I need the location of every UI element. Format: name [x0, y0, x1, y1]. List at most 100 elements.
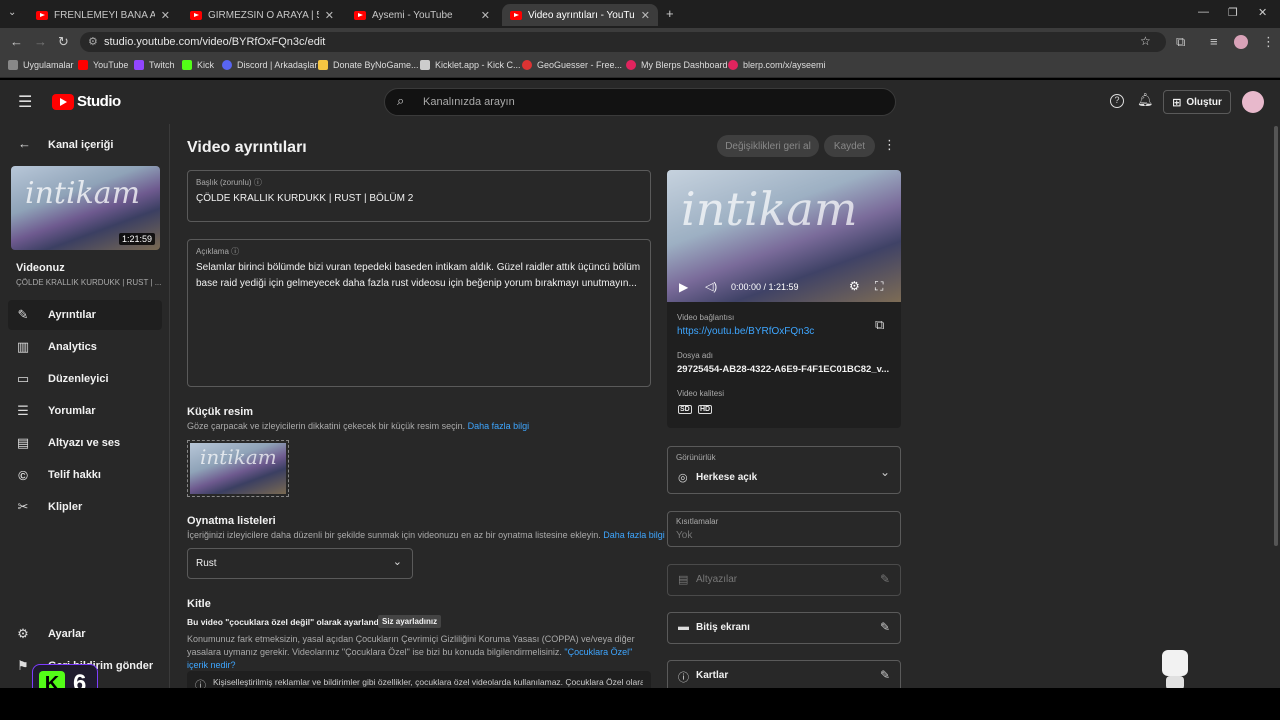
visibility-select[interactable]: Görünürlük ◎ Herkese açık ⌄	[667, 446, 901, 494]
audience-section-title: Kitle	[187, 598, 211, 610]
taskbar-strip	[0, 688, 1280, 720]
browser-menu-icon[interactable]: ⋮	[1262, 34, 1275, 50]
address-bar[interactable]: ⚙ studio.youtube.com/video/BYRfOxFQn3c/e…	[80, 32, 1166, 52]
copy-icon[interactable]: ⧉	[875, 317, 884, 333]
window-close-icon[interactable]: ✕	[1258, 6, 1267, 19]
tab-close-icon[interactable]: ✕	[641, 9, 650, 22]
browser-tab-active[interactable]: Video ayrıntıları - YouTube Studi ✕	[502, 4, 658, 26]
bookmark-kicklet[interactable]: Kicklet.app - Kick C...	[420, 60, 521, 70]
tab-close-icon[interactable]: ✕	[161, 9, 170, 22]
bookmark-blerps[interactable]: My Blerps Dashboard	[626, 60, 728, 70]
apps-grid-icon	[8, 60, 18, 70]
thumbnail-option[interactable]: intikam	[187, 440, 289, 497]
bookmark-discord[interactable]: Discord | Arkadaşlar	[222, 60, 317, 70]
volume-icon[interactable]: ◁)	[705, 280, 717, 293]
extensions-icon[interactable]: ⧉	[1176, 34, 1185, 50]
sidebar-item-analytics[interactable]: ▥ Analytics	[8, 332, 162, 362]
audience-desc: Konumunuz fark etmeksizin, yasal açıdan …	[187, 634, 635, 670]
studio-sidebar: ← Kanal içeriği intikam 1:21:59 Videonuz…	[0, 124, 170, 688]
video-thumbnail[interactable]: intikam 1:21:59	[11, 166, 160, 250]
help-circle-icon[interactable]: ⓘ	[254, 178, 262, 187]
save-button[interactable]: Kaydet	[824, 135, 875, 157]
edit-pencil-icon[interactable]: ✎	[880, 572, 890, 586]
playlists-learn-more-link[interactable]: Daha fazla bilgi	[603, 530, 665, 540]
notifications-bell-icon[interactable]: 🔔︎	[1137, 92, 1154, 108]
end-screen-label: Bitiş ekranı	[696, 622, 750, 633]
channel-avatar[interactable]	[1242, 91, 1264, 113]
subtitles-card[interactable]: ▤ Altyazılar ✎	[667, 564, 901, 596]
browser-tab[interactable]: GİRMEZSİN O ARAYA | 5Srider ✕	[182, 4, 342, 26]
playlists-section-title: Oynatma listeleri	[187, 515, 276, 527]
reload-icon[interactable]: ↻	[58, 34, 69, 50]
restrictions-field[interactable]: Kısıtlamalar Yok	[667, 511, 901, 547]
back-arrow-icon[interactable]: ←	[18, 136, 31, 151]
sidebar-item-copyright[interactable]: © Telif hakkı	[8, 460, 162, 490]
sidebar-item-subtitles[interactable]: ▤ Altyazı ve ses	[8, 428, 162, 458]
bookmark-geoguesser[interactable]: GeoGuesser - Free...	[522, 60, 622, 70]
youtube-favicon-icon	[36, 10, 48, 20]
browser-toolbar: ← → ↻ ⚙ studio.youtube.com/video/BYRfOxF…	[0, 28, 1280, 56]
sidebar-item-settings[interactable]: ⚙ Ayarlar	[8, 619, 162, 649]
playlist-select[interactable]: Rust ⌄	[187, 548, 413, 579]
player-settings-icon[interactable]: ⚙	[849, 279, 860, 293]
video-player[interactable]: intikam ▶ ◁) 0:00:00 / 1:21:59 ⚙ ⛶	[667, 170, 901, 302]
channel-search-input[interactable]: ⌕ Kanalınızda arayın	[384, 88, 896, 116]
end-screen-card[interactable]: ▬ Bitiş ekranı ✎	[667, 612, 901, 644]
bookmark-apps[interactable]: Uygulamalar	[8, 60, 74, 70]
sidebar-item-comments[interactable]: ☰ Yorumlar	[8, 396, 162, 426]
play-icon[interactable]: ▶	[679, 280, 688, 294]
sidebar-item-editor[interactable]: ▭ Düzenleyici	[8, 364, 162, 394]
sidebar-item-details[interactable]: ✎ Ayrıntılar	[8, 300, 162, 330]
browser-tab[interactable]: FRENLEMEYİ BANA ANLAT | 5S ✕	[28, 4, 178, 26]
your-video-label: Videonuz	[16, 262, 65, 274]
bookmark-youtube[interactable]: YouTube	[78, 60, 128, 70]
scissors-icon: ✂	[17, 499, 29, 514]
title-field[interactable]: Başlık (zorunlu) ⓘ ÇÖLDE KRALLIK KURDUKK…	[187, 170, 651, 222]
youtube-favicon-icon	[510, 10, 522, 20]
thumbnail-learn-more-link[interactable]: Daha fazla bilgi	[468, 421, 530, 431]
page-title: Video ayrıntıları	[187, 139, 307, 156]
tab-list-icon[interactable]: ⌄	[8, 7, 16, 18]
minimize-icon[interactable]: —	[1198, 6, 1209, 18]
site-info-icon[interactable]: ⚙	[88, 35, 98, 48]
cards-card[interactable]: ⓘ Kartlar ✎	[667, 660, 901, 688]
sidebar-item-clips[interactable]: ✂ Klipler	[8, 492, 162, 522]
profile-avatar[interactable]	[1234, 35, 1248, 49]
chevron-down-icon: ⌄	[879, 465, 890, 479]
description-field[interactable]: Açıklama ⓘ Selamlar birinci bölümde bizi…	[187, 239, 651, 387]
edit-pencil-icon[interactable]: ✎	[880, 668, 890, 682]
bookmark-star-icon[interactable]: ☆	[1140, 34, 1151, 48]
audience-note: Kişiselleştirilmiş reklamlar ve bildirim…	[213, 677, 643, 687]
back-icon[interactable]: ←	[10, 34, 23, 49]
bookmark-bynogame[interactable]: Donate ByNoGame...	[318, 60, 419, 70]
tab-close-icon[interactable]: ✕	[481, 9, 490, 22]
analytics-icon: ▥	[16, 339, 30, 354]
page-scrollbar[interactable]	[1274, 126, 1278, 546]
tab-close-icon[interactable]: ✕	[325, 9, 334, 22]
create-button[interactable]: ⊞ Oluştur	[1163, 90, 1231, 114]
new-tab-icon[interactable]: +	[666, 6, 674, 21]
undo-changes-button[interactable]: Değişiklikleri geri al	[717, 135, 819, 157]
hamburger-menu-icon[interactable]: ☰	[18, 92, 32, 112]
kicklet-icon	[420, 60, 430, 70]
edit-pencil-icon[interactable]: ✎	[880, 620, 890, 634]
media-icon[interactable]: ≡	[1210, 34, 1218, 49]
channel-content-link[interactable]: Kanal içeriği	[48, 139, 113, 151]
browser-tab[interactable]: Aysemi - YouTube ✕	[346, 4, 498, 26]
bookmark-kick[interactable]: Kick	[182, 60, 214, 70]
forward-icon[interactable]: →	[34, 34, 47, 49]
bookmark-twitch[interactable]: Twitch	[134, 60, 175, 70]
restore-icon[interactable]: ❐	[1228, 6, 1238, 19]
browser-tab-bar: ⌄ FRENLEMEYİ BANA ANLAT | 5S ✕ GİRMEZSİN…	[0, 0, 1280, 28]
help-icon[interactable]: ?	[1110, 94, 1124, 108]
fullscreen-icon[interactable]: ⛶	[875, 279, 883, 294]
search-icon: ⌕	[397, 93, 405, 108]
studio-logo[interactable]: Studio	[52, 93, 121, 110]
more-options-icon[interactable]: ⋮	[883, 137, 896, 153]
help-circle-icon[interactable]: ⓘ	[231, 247, 239, 256]
studio-header: ☰ Studio ⌕ Kanalınızda arayın ? 🔔︎ ⊞ Olu…	[0, 80, 1280, 124]
blerp-icon	[626, 60, 636, 70]
video-link[interactable]: https://youtu.be/BYRfOxFQn3c	[677, 326, 814, 337]
set-by-you-badge: Siz ayarladınız	[378, 615, 442, 628]
bookmark-blerp-profile[interactable]: blerp.com/x/ayseemi	[728, 60, 826, 70]
